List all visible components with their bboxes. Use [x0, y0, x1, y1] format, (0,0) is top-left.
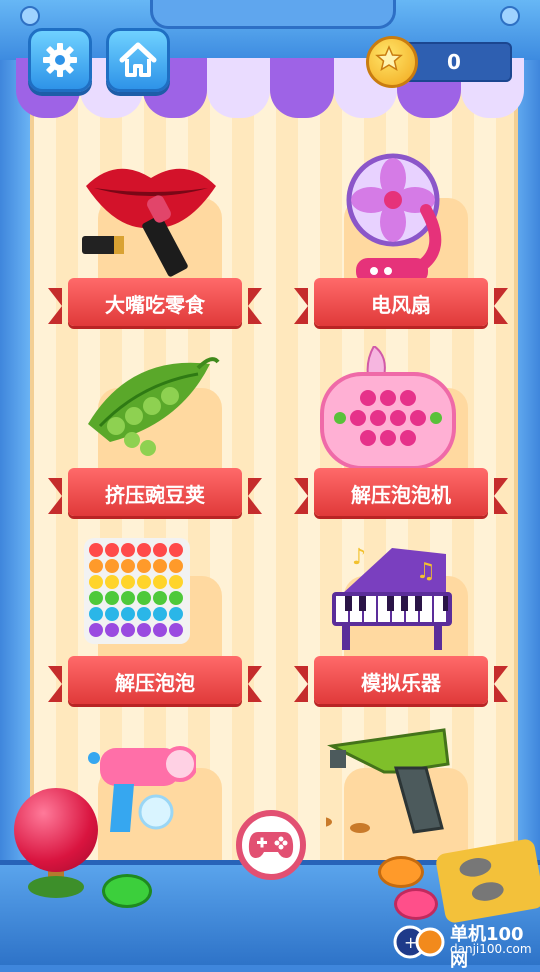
settings-button[interactable] [28, 28, 92, 92]
svg-text:+: + [404, 933, 417, 952]
machine-side-left [0, 60, 30, 880]
item-label: 挤压豌豆荚 [105, 483, 205, 507]
orange-arcade-button-icon [378, 856, 424, 888]
item-label: 解压泡泡 [115, 671, 195, 695]
svg-text:♪: ♪ [352, 545, 366, 570]
green-arcade-button-icon [102, 874, 152, 908]
item-ribbon: 解压泡泡 [48, 656, 262, 704]
grey-button-icon [458, 855, 493, 879]
pea-pod-icon [88, 357, 220, 456]
joystick-icon [14, 788, 98, 872]
home-button[interactable] [106, 28, 170, 92]
pink-arcade-button-icon [394, 888, 438, 920]
item-card-instrument-simulator[interactable]: ♪ ♫ 模拟乐器 [286, 528, 516, 713]
home-icon [119, 42, 157, 77]
item-ribbon: 解压泡泡机 [294, 468, 508, 516]
svg-text:♫: ♫ [416, 559, 436, 584]
watermark: + 单机100网 danji100.com [392, 920, 540, 971]
bolt-icon [20, 6, 40, 26]
item-ribbon: 电风扇 [294, 278, 508, 326]
item-ribbon: 模拟乐器 [294, 656, 508, 704]
item-card-electric-fan[interactable]: 电风扇 [286, 150, 516, 335]
watermark-url: danji100.com [450, 942, 532, 956]
item-label: 解压泡泡机 [351, 483, 451, 507]
rainbow-pop-it-icon [84, 538, 190, 644]
pop-it-console-icon [320, 346, 456, 470]
piano-icon: ♪ ♫ [332, 545, 452, 650]
gear-icon [43, 43, 77, 77]
item-card-squeeze-pea-pod[interactable]: 挤压豌豆荚 [40, 340, 270, 525]
gamepad-icon [248, 832, 294, 858]
item-ribbon: 挤压豌豆荚 [48, 468, 262, 516]
speaker-grill [150, 0, 396, 29]
item-label: 模拟乐器 [361, 671, 441, 695]
item-card-pop-bubbles[interactable]: 解压泡泡 [40, 528, 270, 713]
bolt-icon [500, 6, 520, 26]
game-center-button[interactable] [236, 810, 306, 880]
bubble-gun-icon [88, 746, 196, 832]
lips-lipstick-icon [82, 168, 216, 277]
arcade-machine-frame: 0 大嘴吃零食 电风扇 挤压豌豆荚 解压泡泡机 解压泡泡 ♪ ♫ 模拟乐器 + … [0, 0, 540, 971]
toy-pistol-icon [326, 728, 450, 834]
grey-button-icon [470, 879, 506, 904]
item-card-pop-bubble-machine[interactable]: 解压泡泡机 [286, 340, 516, 525]
item-label: 大嘴吃零食 [105, 293, 205, 317]
danji-logo-icon: + [393, 925, 445, 959]
joystick-base [28, 876, 84, 898]
item-label: 电风扇 [371, 293, 431, 317]
star-coin-icon [366, 36, 418, 88]
electric-fan-icon [346, 153, 442, 284]
item-card-big-mouth-snacks[interactable]: 大嘴吃零食 [40, 150, 270, 335]
item-ribbon: 大嘴吃零食 [48, 278, 262, 326]
